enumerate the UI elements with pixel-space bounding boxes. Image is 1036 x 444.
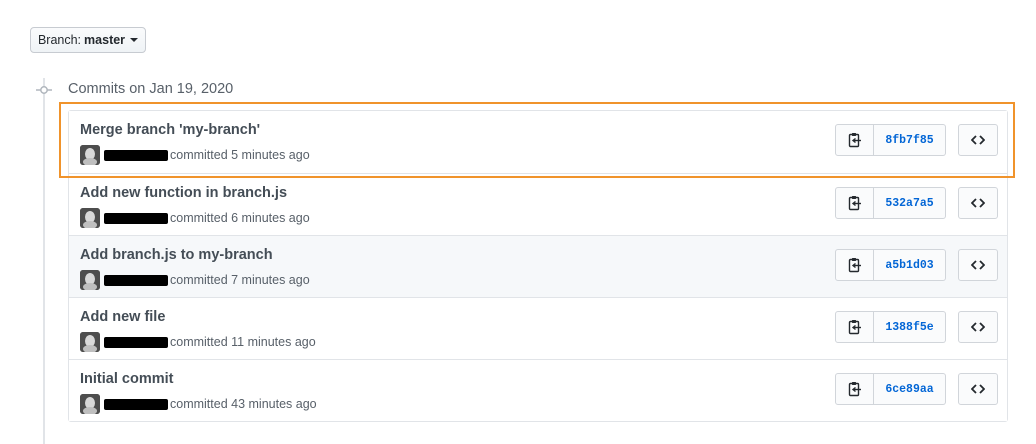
commit-row: Add branch.js to my-branch committed 7 m…: [69, 235, 1007, 297]
commit-row: Add new file committed 11 minutes ago 13…: [69, 297, 1007, 359]
commit-row: Merge branch 'my-branch' committed 5 min…: [69, 111, 1007, 173]
sha-button-group: 8fb7f85: [835, 124, 946, 156]
avatar[interactable]: [80, 145, 100, 165]
redacted-author-name: [104, 337, 168, 348]
commit-list: Merge branch 'my-branch' committed 5 min…: [68, 110, 1008, 422]
redacted-author-name: [104, 213, 168, 224]
commit-sha-link[interactable]: 1388f5e: [874, 311, 946, 343]
commit-meta: committed 43 minutes ago: [170, 397, 317, 411]
avatar[interactable]: [80, 208, 100, 228]
clipboard-icon: [848, 258, 861, 273]
timeline-line: [43, 78, 45, 444]
commit-group-title: Commits on Jan 19, 2020: [68, 81, 234, 97]
browse-repo-button[interactable]: [958, 249, 998, 281]
commit-title-link[interactable]: Add new function in branch.js: [80, 185, 287, 201]
commit-title-link[interactable]: Initial commit: [80, 371, 173, 387]
avatar[interactable]: [80, 394, 100, 414]
sha-button-group: 532a7a5: [835, 187, 946, 219]
code-icon: [971, 198, 985, 208]
commit-meta: committed 6 minutes ago: [170, 211, 310, 225]
code-icon: [971, 260, 985, 270]
copy-sha-button[interactable]: [835, 124, 874, 156]
browse-repo-button[interactable]: [958, 187, 998, 219]
code-icon: [971, 384, 985, 394]
clipboard-icon: [848, 320, 861, 335]
code-icon: [971, 135, 985, 145]
code-icon: [971, 322, 985, 332]
sha-button-group: 1388f5e: [835, 311, 946, 343]
copy-sha-button[interactable]: [835, 373, 874, 405]
copy-sha-button[interactable]: [835, 249, 874, 281]
sha-button-group: a5b1d03: [835, 249, 946, 281]
redacted-author-name: [104, 399, 168, 410]
commit-title-link[interactable]: Add new file: [80, 309, 165, 325]
commit-sha-link[interactable]: 8fb7f85: [874, 124, 946, 156]
branch-name-label: master: [84, 33, 126, 47]
branch-selector-button[interactable]: Branch: master: [30, 27, 146, 53]
clipboard-icon: [848, 133, 861, 148]
browse-repo-button[interactable]: [958, 373, 998, 405]
copy-sha-button[interactable]: [835, 187, 874, 219]
commit-meta: committed 5 minutes ago: [170, 148, 310, 162]
commit-meta: committed 7 minutes ago: [170, 273, 310, 287]
redacted-author-name: [104, 275, 168, 286]
copy-sha-button[interactable]: [835, 311, 874, 343]
commit-sha-link[interactable]: a5b1d03: [874, 249, 946, 281]
commit-sha-link[interactable]: 532a7a5: [874, 187, 946, 219]
sha-button-group: 6ce89aa: [835, 373, 946, 405]
commit-title-link[interactable]: Merge branch 'my-branch': [80, 122, 260, 138]
redacted-author-name: [104, 150, 168, 161]
caret-down-icon: [130, 38, 139, 42]
clipboard-icon: [848, 196, 861, 211]
commit-row: Add new function in branch.js committed …: [69, 173, 1007, 235]
avatar[interactable]: [80, 332, 100, 352]
avatar[interactable]: [80, 270, 100, 290]
branch-prefix-label: Branch:: [37, 33, 82, 47]
commit-title-link[interactable]: Add branch.js to my-branch: [80, 247, 273, 263]
git-commit-icon: [36, 86, 52, 94]
commits-page: Branch: master Commits on Jan 19, 2020 M…: [0, 0, 1036, 444]
browse-repo-button[interactable]: [958, 311, 998, 343]
browse-repo-button[interactable]: [958, 124, 998, 156]
commit-meta: committed 11 minutes ago: [170, 335, 316, 349]
commit-sha-link[interactable]: 6ce89aa: [874, 373, 946, 405]
commit-row: Initial commit committed 43 minutes ago …: [69, 359, 1007, 421]
clipboard-icon: [848, 382, 861, 397]
